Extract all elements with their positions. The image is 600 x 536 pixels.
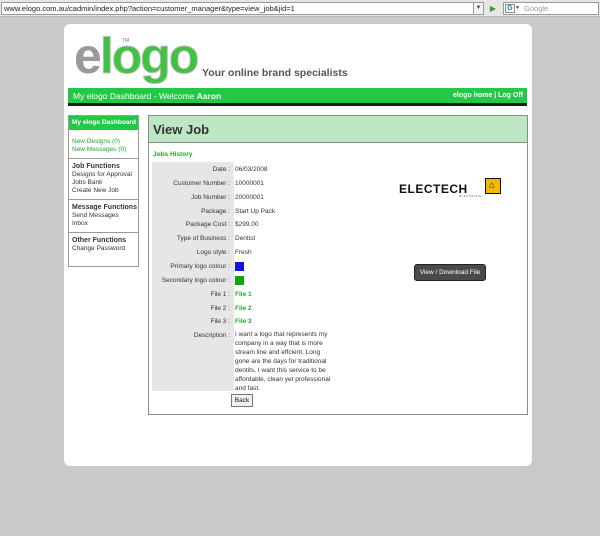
sidebar-item-create-job[interactable]: Create New Job bbox=[69, 187, 138, 195]
client-logo-subtext: ELECTRICAL bbox=[459, 194, 483, 198]
sidebar: My elogo Dashboard New Designs (0) New M… bbox=[68, 115, 139, 267]
primary-colour-swatch bbox=[235, 262, 244, 271]
nav-links[interactable]: elogo home | Log Off bbox=[453, 92, 523, 99]
file3-link[interactable]: File 3 bbox=[235, 318, 252, 325]
message-functions-heading: Message Functions bbox=[72, 204, 137, 211]
view-download-file-button[interactable]: View / Download File bbox=[414, 264, 486, 281]
sidebar-item-new-designs[interactable]: New Designs (0) bbox=[69, 138, 138, 146]
search-input[interactable]: G ▼ Google bbox=[503, 2, 599, 15]
back-button[interactable]: Back bbox=[231, 394, 253, 407]
logo-style-label: Logo style : bbox=[196, 249, 230, 256]
secondary-colour-label: Secondary logo colour : bbox=[161, 277, 230, 284]
date-value: 06/03/2008 bbox=[235, 166, 268, 173]
sidebar-item-designs-approval[interactable]: Designs for Approval bbox=[69, 171, 138, 179]
job-number-label: Job Number : bbox=[190, 194, 230, 201]
address-bar[interactable]: www.elogo.com.au/cadmin/index.php?action… bbox=[1, 2, 474, 15]
address-dropdown-icon[interactable]: ▼ bbox=[474, 2, 484, 15]
client-logo-image: ELECTECH ⌂ ELECTRICAL bbox=[399, 178, 509, 206]
package-value: Start Up Pack bbox=[235, 208, 276, 215]
description-value: I want a logo that represents my company… bbox=[235, 331, 331, 392]
business-type-label: Type of Business : bbox=[176, 235, 230, 242]
page-card: elogo TM Your online brand specialists M… bbox=[64, 24, 532, 466]
file2-link[interactable]: File 2 bbox=[235, 305, 252, 312]
divider bbox=[69, 199, 138, 200]
sidebar-item-new-messages[interactable]: New Messages (0) bbox=[69, 146, 138, 154]
sidebar-item-jobs-bank[interactable]: Jobs Bank bbox=[69, 179, 138, 187]
description-label: Description : bbox=[193, 332, 230, 339]
jobs-history-link[interactable]: Jobs History bbox=[153, 151, 192, 158]
file3-label: File 3 : bbox=[210, 318, 230, 325]
search-engine-dropdown-icon[interactable]: ▼ bbox=[515, 4, 521, 13]
view-job-panel: View Job Jobs History Date : Customer Nu… bbox=[148, 115, 528, 415]
panel-header: View Job bbox=[149, 116, 527, 143]
other-functions-heading: Other Functions bbox=[72, 237, 127, 244]
go-arrow-icon[interactable]: ▶ bbox=[487, 2, 499, 15]
client-logo-icon: ⌂ bbox=[485, 178, 501, 194]
package-label: Package : bbox=[201, 208, 230, 215]
customer-number-value: 10000001 bbox=[235, 180, 264, 187]
google-search-icon[interactable]: G bbox=[505, 4, 515, 13]
trademark-mark: TM bbox=[122, 38, 130, 44]
sidebar-item-inbox[interactable]: Inbox bbox=[69, 220, 138, 228]
primary-colour-label: Primary logo colour : bbox=[170, 263, 230, 270]
welcome-text: My elogo Dashboard - Welcome Aaron bbox=[73, 91, 222, 101]
business-type-value: Dentist bbox=[235, 235, 256, 242]
secondary-colour-swatch bbox=[235, 276, 244, 285]
logo-style-value: Fresh bbox=[235, 249, 252, 256]
job-number-value: 20000001 bbox=[235, 194, 264, 201]
job-functions-heading: Job Functions bbox=[72, 163, 120, 170]
date-label: Date : bbox=[212, 166, 230, 173]
sidebar-title[interactable]: My elogo Dashboard bbox=[69, 116, 138, 130]
page-title: View Job bbox=[153, 122, 210, 137]
package-cost-label: Package Cost : bbox=[185, 221, 230, 228]
sidebar-item-send-messages[interactable]: Send Messages bbox=[69, 212, 138, 220]
browser-toolbar: www.elogo.com.au/cadmin/index.php?action… bbox=[0, 0, 600, 17]
user-name: Aaron bbox=[196, 91, 222, 101]
file2-label: File 2 : bbox=[210, 305, 230, 312]
elogo-logo[interactable]: elogo TM bbox=[74, 28, 200, 86]
tagline: Your online brand specialists bbox=[202, 67, 348, 79]
divider bbox=[69, 158, 138, 159]
dashboard-navbar: My elogo Dashboard - Welcome Aaron elogo… bbox=[68, 88, 527, 106]
sidebar-item-change-password[interactable]: Change Password bbox=[69, 245, 138, 253]
package-cost-value: $299.00 bbox=[235, 221, 259, 228]
client-logo-wordmark: ELECTECH bbox=[399, 182, 468, 196]
file1-link[interactable]: File 1 bbox=[235, 291, 252, 298]
customer-number-label: Customer Number : bbox=[173, 180, 230, 187]
divider bbox=[69, 232, 138, 233]
file1-label: File 1 : bbox=[210, 291, 230, 298]
label-column: Date : Customer Number : Job Number : Pa… bbox=[152, 162, 234, 391]
search-placeholder: Google bbox=[524, 4, 549, 13]
